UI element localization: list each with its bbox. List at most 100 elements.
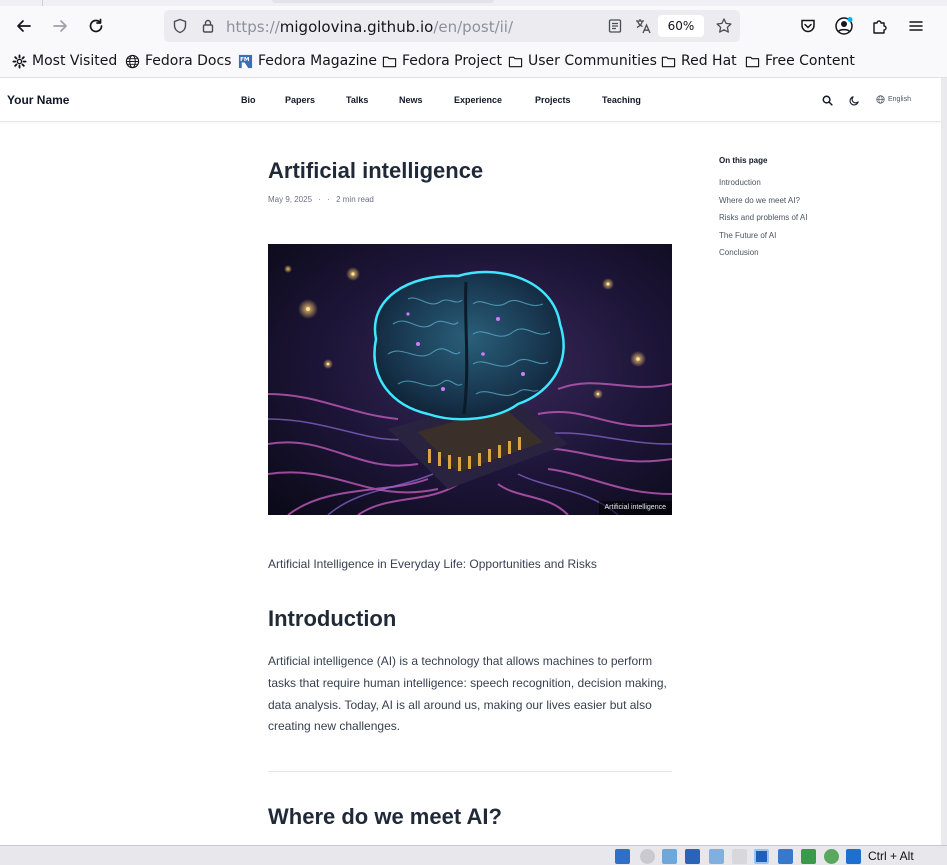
active-tab[interactable] bbox=[272, 0, 494, 3]
app-menu-button[interactable] bbox=[904, 14, 928, 38]
cpu-activity-icon[interactable] bbox=[801, 849, 816, 864]
bookmark-star-icon[interactable] bbox=[715, 17, 733, 35]
bookmark-label: Red Hat bbox=[681, 53, 737, 69]
bookmark-free-content[interactable]: Free Content bbox=[745, 53, 855, 69]
page-scrollbar[interactable] bbox=[941, 78, 947, 845]
zoom-level-badge[interactable]: 60% bbox=[658, 15, 704, 37]
puzzle-icon bbox=[873, 20, 887, 34]
nav-link-projects[interactable]: Projects bbox=[535, 95, 571, 105]
heading-where-do-we-meet-ai: Where do we meet AI? bbox=[268, 804, 502, 829]
nav-link-news[interactable]: News bbox=[399, 95, 423, 105]
hamburger-menu-icon bbox=[909, 21, 923, 31]
bookmark-label: Free Content bbox=[765, 53, 855, 69]
shared-folders-icon[interactable] bbox=[709, 849, 724, 864]
address-bar[interactable]: https://migolovina.github.io/en/post/ii/… bbox=[164, 10, 740, 42]
back-arrow-icon bbox=[17, 20, 31, 32]
back-button[interactable] bbox=[12, 14, 36, 38]
folder-icon bbox=[661, 56, 676, 67]
nav-link-bio[interactable]: Bio bbox=[241, 95, 256, 105]
host-key-label: Ctrl + Alt bbox=[868, 849, 914, 863]
search-icon bbox=[822, 95, 833, 106]
url-scheme: https:// bbox=[226, 18, 280, 36]
bookmark-label: Most Visited bbox=[32, 53, 118, 69]
usb-icon[interactable] bbox=[662, 849, 677, 864]
section-divider bbox=[268, 771, 672, 772]
bookmark-most-visited[interactable]: Most Visited bbox=[12, 53, 117, 69]
bookmark-red-hat[interactable]: Red Hat bbox=[661, 53, 737, 69]
url-text[interactable]: https://migolovina.github.io/en/post/ii/ bbox=[226, 18, 513, 36]
folder-icon bbox=[745, 56, 760, 67]
site-title-link[interactable]: Your Name bbox=[7, 93, 69, 107]
folder-icon bbox=[508, 56, 523, 67]
navigation-toolbar: https://migolovina.github.io/en/post/ii/… bbox=[0, 6, 947, 46]
site-header: Your Name Bio Papers Talks News Experien… bbox=[0, 78, 941, 122]
bookmark-label: Fedora Magazine bbox=[258, 53, 377, 69]
fedora-magazine-logo-icon: FM bbox=[238, 54, 253, 68]
bookmarks-toolbar: Most Visited Fedora Docs FM Fedora Magaz… bbox=[0, 46, 947, 78]
bookmark-label: Fedora Project bbox=[402, 53, 503, 69]
svg-text:FM: FM bbox=[240, 56, 250, 62]
site-search-button[interactable] bbox=[820, 93, 834, 107]
extensions-button[interactable] bbox=[868, 14, 892, 38]
reading-time: 2 min read bbox=[336, 195, 374, 204]
toc-link-where-do-we-meet-ai[interactable]: Where do we meet AI? bbox=[719, 196, 800, 205]
globe-icon bbox=[125, 54, 140, 68]
nav-link-papers[interactable]: Papers bbox=[285, 95, 315, 105]
dark-mode-toggle[interactable] bbox=[847, 93, 861, 107]
brain-circuit-illustration bbox=[268, 244, 672, 515]
toc-heading: On this page bbox=[719, 156, 768, 165]
mouse-integration-icon[interactable] bbox=[778, 849, 793, 864]
pocket-icon bbox=[801, 19, 815, 33]
folder-icon bbox=[382, 56, 397, 67]
bookmark-user-communities[interactable]: User Communities bbox=[508, 53, 657, 69]
post-lead: Artificial Intelligence in Everyday Life… bbox=[268, 557, 597, 571]
forward-arrow-icon bbox=[53, 20, 67, 32]
pocket-button[interactable] bbox=[796, 14, 820, 38]
guest-additions-icon[interactable] bbox=[824, 849, 839, 864]
url-host: migolovina.github.io bbox=[279, 18, 434, 36]
bookmark-fedora-project[interactable]: Fedora Project bbox=[382, 53, 502, 69]
post-date: May 9, 2025 bbox=[268, 195, 313, 204]
network-icon[interactable] bbox=[685, 849, 700, 864]
toc-link-risks-and-problems[interactable]: Risks and problems of AI bbox=[719, 213, 807, 222]
display-icon[interactable] bbox=[732, 849, 747, 864]
optical-drive-icon[interactable] bbox=[640, 849, 655, 864]
tracking-protection-icon[interactable] bbox=[172, 18, 188, 34]
nav-link-experience[interactable]: Experience bbox=[454, 95, 502, 105]
toc-link-future-of-ai[interactable]: The Future of AI bbox=[719, 231, 776, 240]
audio-icon[interactable] bbox=[615, 849, 630, 864]
nav-link-talks[interactable]: Talks bbox=[346, 95, 368, 105]
vm-status-bar: Ctrl + Alt bbox=[0, 845, 947, 865]
bookmark-label: User Communities bbox=[528, 53, 657, 69]
language-label: English bbox=[888, 96, 911, 103]
translate-icon[interactable] bbox=[634, 17, 652, 35]
meta-separator: · bbox=[318, 195, 321, 204]
heading-introduction: Introduction bbox=[268, 606, 397, 631]
account-button[interactable] bbox=[832, 14, 856, 38]
meta-separator: · bbox=[327, 195, 330, 204]
moon-icon bbox=[849, 95, 859, 105]
bookmark-fedora-docs[interactable]: Fedora Docs bbox=[125, 53, 231, 69]
forward-button[interactable] bbox=[48, 14, 72, 38]
image-caption: Artificial intelligence bbox=[598, 501, 672, 515]
bookmark-label: Fedora Docs bbox=[145, 53, 232, 69]
toc-link-introduction[interactable]: Introduction bbox=[719, 178, 761, 187]
post-title: Artificial intelligence bbox=[268, 158, 484, 183]
account-icon bbox=[835, 17, 853, 35]
screen-capture-icon[interactable] bbox=[754, 849, 769, 864]
featured-image: Artificial intelligence bbox=[268, 244, 672, 515]
nav-link-teaching[interactable]: Teaching bbox=[602, 95, 641, 105]
lock-icon[interactable] bbox=[200, 18, 216, 34]
post-meta: May 9, 2025 · · 2 min read bbox=[268, 195, 378, 204]
download-arrow-icon[interactable] bbox=[846, 849, 861, 864]
bookmark-fedora-magazine[interactable]: FM Fedora Magazine bbox=[238, 53, 377, 69]
reader-view-icon[interactable] bbox=[607, 18, 623, 34]
reload-icon bbox=[89, 18, 103, 33]
url-path: /en/post/ii/ bbox=[433, 18, 514, 36]
gear-icon bbox=[12, 53, 27, 69]
reload-button[interactable] bbox=[84, 14, 108, 38]
language-selector[interactable]: English bbox=[876, 95, 911, 104]
introduction-paragraph: Artificial intelligence (AI) is a techno… bbox=[268, 654, 667, 734]
globe-icon bbox=[876, 95, 885, 104]
toc-link-conclusion[interactable]: Conclusion bbox=[719, 248, 759, 257]
